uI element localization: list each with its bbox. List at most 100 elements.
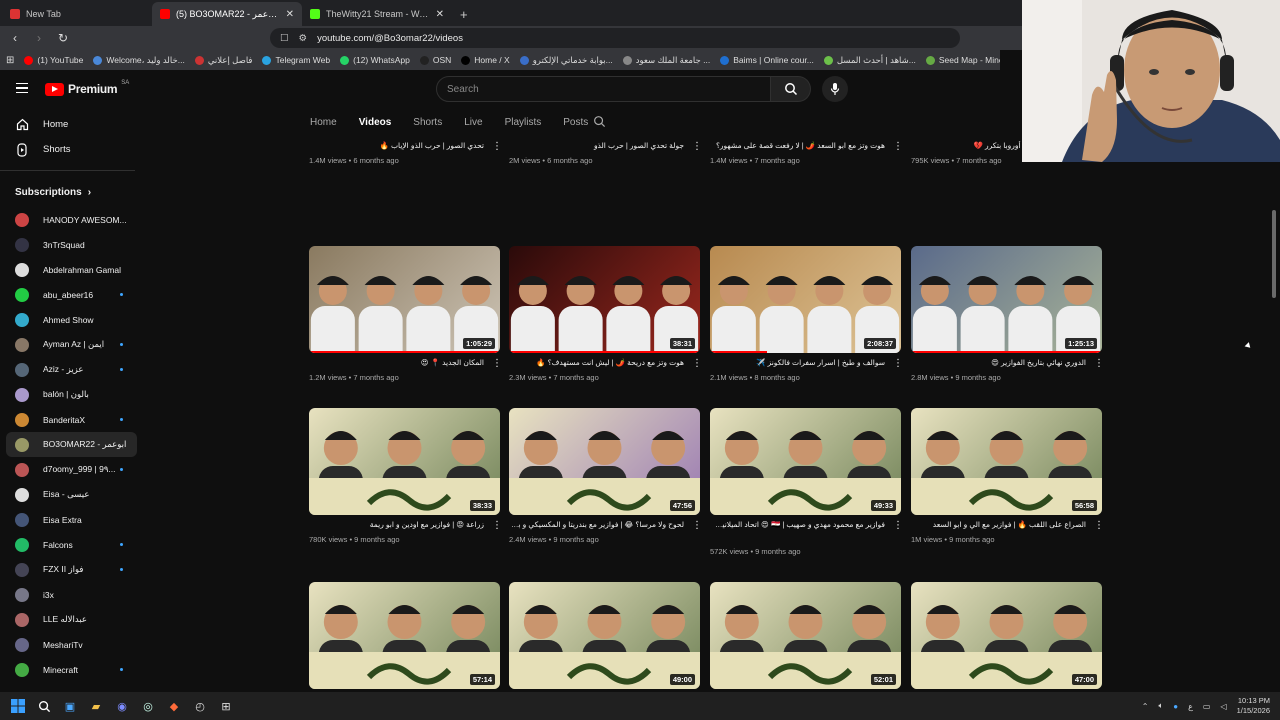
volume-icon[interactable]: ◁ bbox=[1220, 702, 1226, 711]
speaker-icon[interactable]: 🔈︎ bbox=[1158, 701, 1163, 711]
sidebar-subscription[interactable]: Falcons bbox=[0, 532, 145, 557]
more-options-icon[interactable]: ⋮ bbox=[893, 520, 903, 531]
subscriptions-heading[interactable]: Subscriptions › bbox=[0, 177, 145, 207]
bookmark-item[interactable]: OSN bbox=[419, 55, 451, 65]
video-card[interactable]: 38:31 هوت وتز مع دريحة 🌶️ | ليش انت مستهد… bbox=[509, 246, 702, 396]
sidebar-subscription[interactable]: FZX II فواز bbox=[0, 557, 145, 582]
mic-icon[interactable]: ● bbox=[1173, 702, 1178, 711]
search-icon[interactable] bbox=[36, 698, 52, 714]
sidebar-subscription[interactable]: Ahmed Show bbox=[0, 307, 145, 332]
video-card[interactable]: 30:52 جولة تحدي الصور | حرب الذو ⋮ 2M views… bbox=[509, 137, 702, 234]
video-card[interactable]: 1:25:13 الدوري نهائي بتاريخ الفوازير 😍 ⋮ 2.… bbox=[911, 246, 1104, 396]
video-title[interactable]: المكان الجديد 📍 😍 bbox=[309, 358, 484, 368]
sidebar-subscription[interactable]: Minecraft bbox=[0, 657, 145, 682]
browser-tab[interactable]: TheWitty21 Stream - Watch Live on Kick ✕ bbox=[302, 2, 452, 26]
bookmark-item[interactable]: فاصل إعلاني bbox=[194, 55, 252, 66]
video-thumbnail[interactable]: 38:31 bbox=[509, 246, 700, 353]
sidebar-subscription[interactable]: Eisa Extra bbox=[0, 507, 145, 532]
bookmark-item[interactable]: Telegram Web bbox=[262, 55, 330, 65]
more-options-icon[interactable]: ⋮ bbox=[492, 141, 502, 152]
reload-icon[interactable]: ↻ bbox=[56, 31, 70, 45]
video-thumbnail[interactable]: 38:33 bbox=[309, 408, 500, 515]
video-card[interactable]: 25:17 تحدي الصور | حرب الذو الإياب 🔥 ⋮ 1.4M… bbox=[309, 137, 502, 234]
sidebar-subscription[interactable]: balón | بالون bbox=[0, 382, 145, 407]
sidebar-subscription[interactable]: 3nTrSquad bbox=[0, 232, 145, 257]
bookmark-item[interactable]: Seed Map - Minecra... bbox=[925, 55, 1000, 65]
browser-tab[interactable]: New Tab bbox=[2, 2, 152, 26]
app-grid-icon[interactable]: ⊞ bbox=[218, 698, 234, 714]
channel-tab[interactable]: Posts bbox=[563, 117, 588, 128]
video-thumbnail[interactable]: 1:25:13 bbox=[911, 246, 1102, 353]
input-language[interactable]: ع bbox=[1188, 702, 1193, 711]
channel-tab[interactable]: Live bbox=[464, 117, 482, 128]
video-title[interactable]: الصراع على اللقب 🔥 | فوازير مع الي و ابو… bbox=[911, 520, 1086, 530]
more-options-icon[interactable]: ⋮ bbox=[492, 358, 502, 369]
more-options-icon[interactable]: ⋮ bbox=[492, 520, 502, 531]
search-input[interactable]: Search bbox=[436, 76, 771, 102]
bookmark-item[interactable]: بوابة خدماتي الإلكترو... bbox=[519, 55, 613, 66]
bookmark-star-icon[interactable]: ☐ bbox=[280, 33, 289, 44]
more-options-icon[interactable]: ⋮ bbox=[692, 520, 702, 531]
discord-icon[interactable]: ◉ bbox=[114, 698, 130, 714]
channel-tab[interactable]: Home bbox=[310, 117, 337, 128]
bookmark-item[interactable]: جامعة الملك سعود ... bbox=[622, 55, 710, 66]
sidebar-item-home[interactable]: Home bbox=[0, 112, 145, 137]
bookmark-item[interactable]: Welcome، خالد وليد... bbox=[93, 55, 185, 66]
url-field[interactable]: ☐ ⚙ youtube.com/@Bo3omar22/videos bbox=[270, 28, 960, 48]
file-explorer-icon[interactable]: ▰ bbox=[88, 698, 104, 714]
video-thumbnail[interactable]: 56:58 bbox=[911, 408, 1102, 515]
browser-tab-active[interactable]: (5) BO3OMAR22 - ابوعمر - YouTube ✕ bbox=[152, 2, 302, 26]
video-title[interactable]: هوت وتز مع ابو السعد 🌶️ | لا رفعت قصة عل… bbox=[710, 141, 885, 151]
windows-start-icon[interactable] bbox=[10, 698, 26, 714]
video-thumbnail[interactable]: 47:00 bbox=[911, 582, 1102, 689]
sidebar-subscription[interactable]: abu_abeer16 bbox=[0, 282, 145, 307]
network-icon[interactable]: ▭ bbox=[1203, 702, 1211, 711]
video-title[interactable]: زراعة 😡 | فوازير مع اودين و ابو ريمة bbox=[309, 520, 484, 530]
channel-search-icon[interactable] bbox=[593, 115, 606, 128]
video-title[interactable]: سوالف و طبخ | اسرار سفرات فالكونز ✈️ bbox=[710, 358, 885, 368]
video-card[interactable]: 38:33 زراعة 😡 | فوازير مع اودين و ابو ريم… bbox=[309, 408, 502, 558]
back-icon[interactable]: ‹ bbox=[8, 31, 22, 45]
site-info-icon[interactable]: ⚙ bbox=[299, 33, 308, 44]
channel-tab[interactable]: Shorts bbox=[413, 117, 442, 128]
voice-search-button[interactable] bbox=[822, 76, 848, 102]
video-card[interactable]: 57:14 bbox=[309, 582, 500, 692]
chevron-up-icon[interactable]: ⌃ bbox=[1142, 702, 1149, 711]
photos-icon[interactable]: ▣ bbox=[62, 698, 78, 714]
more-options-icon[interactable]: ⋮ bbox=[893, 358, 903, 369]
more-options-icon[interactable]: ⋮ bbox=[692, 358, 702, 369]
sidebar-subscription[interactable]: Abdelrahman Gamal bbox=[0, 257, 145, 282]
sidebar-subscription[interactable]: BO3OMAR22 - ابوعمر bbox=[6, 432, 137, 457]
more-options-icon[interactable]: ⋮ bbox=[893, 141, 903, 152]
sidebar-subscription[interactable]: Aziz - عزيز bbox=[0, 357, 145, 382]
bookmark-item[interactable]: (12) WhatsApp bbox=[340, 55, 410, 65]
sidebar-subscription[interactable]: LLE عبدالاله bbox=[0, 607, 145, 632]
scrollbar[interactable] bbox=[1272, 210, 1276, 298]
bookmark-item[interactable]: Home / X bbox=[461, 55, 510, 65]
more-options-icon[interactable]: ⋮ bbox=[692, 141, 702, 152]
video-thumbnail[interactable]: 57:14 bbox=[309, 582, 500, 689]
video-thumbnail[interactable]: 2:08:37 bbox=[710, 246, 901, 353]
video-thumbnail[interactable]: 49:00 bbox=[509, 582, 700, 689]
menu-icon[interactable] bbox=[16, 83, 28, 93]
video-thumbnail[interactable]: 47:56 bbox=[509, 408, 700, 515]
video-title[interactable]: الدوري نهائي بتاريخ الفوازير 😍 bbox=[911, 358, 1086, 368]
youtube-logo[interactable]: Premium SA bbox=[45, 80, 129, 96]
apps-grid-icon[interactable]: ⊞ bbox=[6, 55, 14, 66]
video-card[interactable]: 2:08:37 سوالف و طبخ | اسرار سفرات فالكونز… bbox=[710, 246, 903, 396]
sidebar-subscription[interactable]: Eisa - عيسى bbox=[0, 482, 145, 507]
channel-tab[interactable]: Videos bbox=[359, 117, 392, 128]
channel-tab[interactable]: Playlists bbox=[505, 117, 542, 128]
video-title[interactable]: هوت وتز مع دريحة 🌶️ | ليش انت مستهدف؟ 🔥 bbox=[509, 358, 684, 368]
sidebar-item-shorts[interactable]: Shorts bbox=[0, 137, 145, 162]
video-thumbnail[interactable]: 49:33 bbox=[710, 408, 901, 515]
video-title[interactable]: فوازير مع محمود مهدي و صهيب | 🇪🇬 😍 اتحاد… bbox=[710, 520, 885, 530]
more-options-icon[interactable]: ⋮ bbox=[1094, 358, 1104, 369]
video-title[interactable]: تحدي الصور | حرب الذو الإياب 🔥 bbox=[309, 141, 484, 151]
video-title[interactable]: لحوح ولا مرسا؟ 😂 | فوازير مع بندريتا و ا… bbox=[509, 520, 684, 530]
video-thumbnail[interactable]: 52:01 bbox=[710, 582, 901, 689]
clock-app-icon[interactable]: ◴ bbox=[192, 698, 208, 714]
bookmark-item[interactable]: شاهد | أحدث المسل... bbox=[823, 55, 916, 66]
close-tab-icon[interactable]: ✕ bbox=[286, 9, 294, 20]
video-card[interactable]: 49:00 bbox=[509, 582, 700, 692]
